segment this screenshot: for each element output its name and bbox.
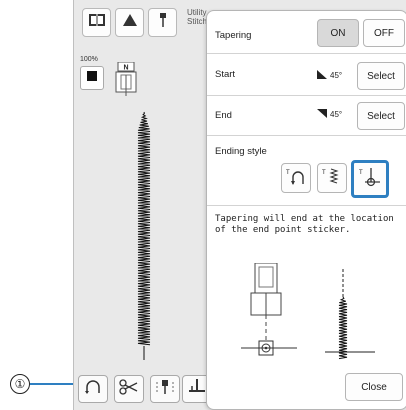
end-style-sticker[interactable]: T: [351, 160, 389, 198]
triangle-icon: [122, 13, 138, 32]
end-label: End: [215, 110, 232, 121]
stitch-book-button[interactable]: [82, 8, 111, 37]
start-select-button[interactable]: Select: [357, 62, 405, 90]
tapering-off-button[interactable]: OFF: [363, 19, 405, 47]
stitch-count-icon: T: [321, 166, 343, 191]
shape-button[interactable]: [115, 8, 144, 37]
callout-number: ①: [10, 374, 30, 394]
svg-text:N: N: [123, 65, 128, 72]
stitch-preview: [124, 110, 164, 367]
tapering-panel: Tapering ON OFF Start 45° Select End 45°…: [206, 10, 406, 410]
tapering-button[interactable]: [78, 375, 108, 403]
reverse-arc-icon: T: [285, 166, 307, 191]
arc-icon: [83, 379, 103, 400]
needle-position-button[interactable]: [150, 375, 180, 403]
divider: [207, 53, 406, 54]
end-select-button[interactable]: Select: [357, 102, 405, 130]
scissors-icon: [119, 378, 139, 400]
svg-text:T: T: [322, 170, 326, 176]
start-label: Start: [215, 69, 236, 80]
end-angle-icon: [317, 109, 327, 120]
start-angle: 45°: [317, 70, 342, 81]
end-angle: 45°: [317, 109, 342, 120]
divider: [207, 135, 406, 136]
end-angle-value: 45°: [330, 110, 343, 119]
start-angle-value: 45°: [330, 71, 343, 80]
tapering-result-illustration: [325, 269, 375, 378]
sticker-illustration: [241, 262, 297, 378]
needle-icon: [158, 12, 168, 33]
start-angle-icon: [317, 70, 327, 81]
svg-text:T: T: [359, 170, 363, 176]
zoom-level: 100%: [80, 56, 98, 63]
tapering-on-button[interactable]: ON: [317, 19, 359, 47]
needle-position-icon: [154, 378, 176, 401]
end-style-reverse-arc[interactable]: T: [281, 163, 311, 193]
ending-style-label: Ending style: [215, 146, 267, 157]
close-button[interactable]: Close: [345, 373, 403, 401]
presser-foot-preview: N: [114, 61, 138, 103]
presser-foot-icon: [187, 378, 207, 401]
thread-color-icon: [86, 69, 98, 87]
divider: [207, 95, 406, 96]
book-icon: [88, 12, 106, 33]
needle-button[interactable]: [148, 8, 177, 37]
callout-line: [30, 383, 78, 385]
thread-cutter-button[interactable]: [114, 375, 144, 403]
svg-text:T: T: [286, 170, 290, 176]
divider: [207, 205, 406, 206]
tapering-note: Tapering will end at the location of the…: [215, 214, 394, 235]
end-point-sticker-icon: T: [358, 166, 382, 193]
end-style-stitch-count[interactable]: T: [317, 163, 347, 193]
tapering-label: Tapering: [215, 30, 252, 41]
thread-color-button[interactable]: [80, 66, 104, 90]
